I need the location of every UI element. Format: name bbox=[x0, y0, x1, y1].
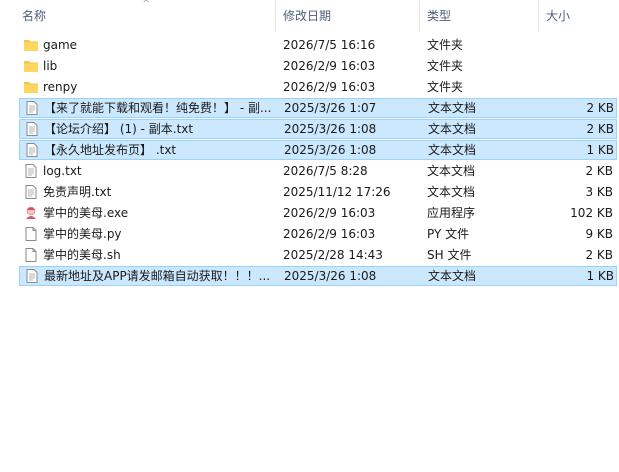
column-header-type[interactable]: 类型 bbox=[421, 0, 539, 32]
file-size: 2 KB bbox=[585, 248, 613, 262]
file-size: 3 KB bbox=[585, 185, 613, 199]
file-row[interactable]: 免责声明.txt 2025/11/12 17:26 文本文档 3 KB bbox=[19, 182, 617, 202]
file-name: 【永久地址发布页】 .txt bbox=[44, 143, 177, 157]
file-size: 1 KB bbox=[586, 143, 614, 157]
column-header-name-label: 名称 bbox=[22, 9, 47, 23]
file-type: 文本文档 bbox=[428, 143, 477, 157]
file-row[interactable]: renpy 2026/2/9 16:03 文件夹 bbox=[19, 77, 617, 97]
file-name: renpy bbox=[43, 80, 78, 94]
file-row[interactable]: game 2026/7/5 16:16 文件夹 bbox=[19, 35, 617, 55]
file-name: lib bbox=[43, 59, 58, 73]
blank-file-icon bbox=[23, 248, 39, 262]
file-type: 文件夹 bbox=[427, 59, 464, 73]
file-name: 掌中的美母.exe bbox=[43, 206, 129, 220]
column-header-size[interactable]: 大小 bbox=[540, 0, 619, 32]
file-date: 2025/11/12 17:26 bbox=[283, 185, 391, 199]
file-date: 2025/3/26 1:08 bbox=[284, 122, 377, 136]
file-row[interactable]: 【论坛介绍】 (1) - 副本.txt 2025/3/26 1:08 文本文档 2 K… bbox=[19, 119, 617, 139]
file-type: 文本文档 bbox=[427, 164, 476, 178]
file-type: 文本文档 bbox=[428, 269, 477, 283]
file-type: 文本文档 bbox=[428, 101, 477, 115]
file-type: 文件夹 bbox=[427, 80, 464, 94]
file-name: log.txt bbox=[43, 164, 82, 178]
file-row[interactable]: 掌中的美母.exe 2026/2/9 16:03 应用程序 102 KB bbox=[19, 203, 617, 223]
file-name: 免责声明.txt bbox=[43, 185, 112, 199]
column-header-date[interactable]: 修改日期 bbox=[277, 0, 420, 32]
folder-icon bbox=[23, 59, 39, 73]
file-size: 9 KB bbox=[585, 227, 613, 241]
file-name: 掌中的美母.sh bbox=[43, 248, 121, 262]
file-row[interactable]: 掌中的美母.py 2026/2/9 16:03 PY 文件 9 KB bbox=[19, 224, 617, 244]
file-name: 【论坛介绍】 (1) - 副本.txt bbox=[44, 122, 194, 136]
file-size: 2 KB bbox=[586, 122, 614, 136]
blank-file-icon bbox=[23, 227, 39, 241]
file-row[interactable]: 【来了就能下载和观看！纯免费！】 - 副... 2025/3/26 1:07 文本文… bbox=[19, 98, 617, 118]
file-date: 2025/2/28 14:43 bbox=[283, 248, 383, 262]
file-name: game bbox=[43, 38, 78, 52]
file-row[interactable]: 掌中的美母.sh 2025/2/28 14:43 SH 文件 2 KB bbox=[19, 245, 617, 265]
file-date: 2026/2/9 16:03 bbox=[283, 227, 376, 241]
file-name: 最新地址及APP请发邮箱自动获取！！！... bbox=[44, 269, 271, 283]
file-type: 文本文档 bbox=[428, 122, 477, 136]
file-size: 1 KB bbox=[586, 269, 614, 283]
file-date: 2026/2/9 16:03 bbox=[283, 206, 376, 220]
column-header-size-label: 大小 bbox=[546, 9, 571, 23]
file-type: 文件夹 bbox=[427, 38, 464, 52]
folder-icon bbox=[23, 38, 39, 52]
file-name: 【来了就能下载和观看！纯免费！】 - 副... bbox=[44, 101, 272, 115]
text-file-icon bbox=[24, 101, 40, 115]
file-size: 2 KB bbox=[586, 101, 614, 115]
file-date: 2026/7/5 8:28 bbox=[283, 164, 368, 178]
file-type: 文本文档 bbox=[427, 185, 476, 199]
file-type: 应用程序 bbox=[427, 206, 476, 220]
sort-ascending-icon: ^ bbox=[142, 0, 150, 9]
file-size: 2 KB bbox=[585, 164, 613, 178]
file-date: 2025/3/26 1:07 bbox=[284, 101, 377, 115]
text-file-icon bbox=[24, 122, 40, 136]
column-header-type-label: 类型 bbox=[427, 9, 452, 23]
file-date: 2026/7/5 16:16 bbox=[283, 38, 376, 52]
text-file-icon bbox=[23, 185, 39, 199]
file-row[interactable]: log.txt 2026/7/5 8:28 文本文档 2 KB bbox=[19, 161, 617, 181]
folder-icon bbox=[23, 80, 39, 94]
file-row[interactable]: lib 2026/2/9 16:03 文件夹 bbox=[19, 56, 617, 76]
column-header-bar: 名称 ^ 修改日期 类型 大小 bbox=[0, 0, 619, 34]
file-row[interactable]: 【永久地址发布页】 .txt 2025/3/26 1:08 文本文档 1 KB bbox=[19, 140, 617, 160]
app-icon bbox=[23, 206, 39, 220]
text-file-icon bbox=[24, 269, 40, 283]
text-file-icon bbox=[24, 143, 40, 157]
file-date: 2025/3/26 1:08 bbox=[284, 269, 377, 283]
file-date: 2026/2/9 16:03 bbox=[283, 59, 376, 73]
file-row[interactable]: 最新地址及APP请发邮箱自动获取！！！... 2025/3/26 1:08 文本文档… bbox=[19, 266, 617, 286]
file-date: 2025/3/26 1:08 bbox=[284, 143, 377, 157]
file-type: PY 文件 bbox=[427, 227, 470, 241]
text-file-icon bbox=[23, 164, 39, 178]
column-header-date-label: 修改日期 bbox=[283, 9, 332, 23]
file-type: SH 文件 bbox=[427, 248, 472, 262]
file-name: 掌中的美母.py bbox=[43, 227, 122, 241]
file-date: 2026/2/9 16:03 bbox=[283, 80, 376, 94]
file-size: 102 KB bbox=[570, 206, 613, 220]
